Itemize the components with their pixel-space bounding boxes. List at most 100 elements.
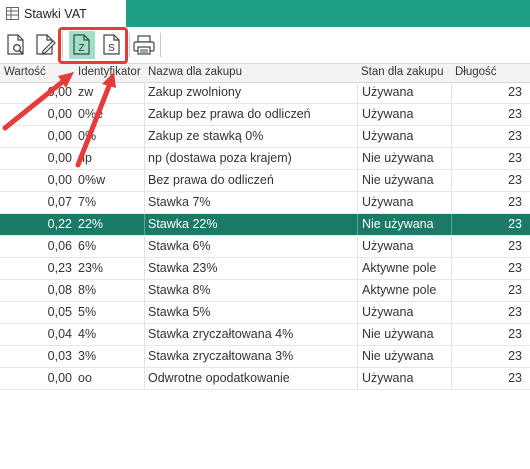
column-divider [144,214,145,235]
table-body: 0,00 zw Zakup zwolniony Używana 23 0,00 … [0,82,530,390]
cell-nazwa: np (dostawa poza krajem) [148,151,292,165]
cell-nazwa: Stawka 22% [148,217,218,231]
cell-nazwa: Stawka 6% [148,239,211,253]
cell-dlugosc: 23 [508,261,522,275]
cell-nazwa: Stawka 7% [148,195,211,209]
cell-wartosc: 0,08 [47,283,72,297]
cell-stan: Używana [362,305,414,319]
column-divider [144,368,145,389]
table-row[interactable]: 0,00 np np (dostawa poza krajem) Nie uży… [0,148,530,170]
cell-stan: Nie używana [362,217,434,231]
table-row[interactable]: 0,00 0%w Bez prawa do odliczeń Nie używa… [0,170,530,192]
column-header-wartosc[interactable]: Wartość [4,66,74,78]
edit-button[interactable] [32,31,58,59]
cell-identyfikator: 0% [78,129,97,143]
column-header-stan[interactable]: Stan dla zakupu [361,66,449,78]
preview-button[interactable] [3,31,29,59]
cell-wartosc: 0,05 [47,305,72,319]
cell-stan: Używana [362,129,414,143]
cell-stan: Nie używana [362,327,434,341]
cell-stan: Aktywne pole [362,261,437,275]
cell-nazwa: Stawka 23% [148,261,218,275]
column-divider [451,104,452,125]
cell-wartosc: 0,00 [47,371,72,385]
table-row[interactable]: 0,08 8% Stawka 8% Aktywne pole 23 [0,280,530,302]
column-divider [144,236,145,257]
cell-identyfikator: 6% [78,239,97,253]
column-divider [144,170,145,191]
column-divider [357,148,358,169]
cell-nazwa: Zakup ze stawką 0% [148,129,264,143]
cell-wartosc: 0,00 [47,129,72,143]
table-row-selected[interactable]: 0,22 22% Stawka 22% Nie używana 23 [0,214,530,236]
column-divider [144,104,145,125]
cell-stan: Używana [362,239,414,253]
column-header-dlugosc[interactable]: Długość [455,66,527,78]
toolbar-separator [129,33,130,57]
cell-identyfikator: oo [78,371,92,385]
cell-nazwa: Bez prawa do odliczeń [148,173,274,187]
column-divider [451,346,452,367]
column-divider [357,82,358,103]
cell-wartosc: 0,03 [47,349,72,363]
table-row[interactable]: 0,00 zw Zakup zwolniony Używana 23 [0,82,530,104]
table-row[interactable]: 0,06 6% Stawka 6% Używana 23 [0,236,530,258]
column-divider [144,192,145,213]
cell-dlugosc: 23 [508,195,522,209]
cell-dlugosc: 23 [508,371,522,385]
cell-identyfikator: zw [78,85,94,99]
cell-identyfikator: 4% [78,327,97,341]
cell-wartosc: 0,23 [47,261,72,275]
column-divider [144,258,145,279]
print-icon [133,35,155,55]
cell-identyfikator: 0%w [78,173,106,187]
toolbar-separator [160,33,161,57]
column-divider [451,82,452,103]
cell-identyfikator: 23% [78,261,104,275]
cell-dlugosc: 23 [508,349,522,363]
table-row[interactable]: 0,04 4% Stawka zryczałtowana 4% Nie używ… [0,324,530,346]
table-row[interactable]: 0,05 5% Stawka 5% Używana 23 [0,302,530,324]
cell-dlugosc: 23 [508,107,522,121]
table-row[interactable]: 0,00 0%e Zakup bez prawa do odliczeń Uży… [0,104,530,126]
table-row[interactable]: 0,07 7% Stawka 7% Używana 23 [0,192,530,214]
column-divider [144,126,145,147]
cell-dlugosc: 23 [508,217,522,231]
cell-nazwa: Odwrotne opodatkowanie [148,371,290,385]
column-divider [451,302,452,323]
column-divider [144,82,145,103]
cell-stan: Nie używana [362,151,434,165]
cell-dlugosc: 23 [508,239,522,253]
table-row[interactable]: 0,03 3% Stawka zryczałtowana 3% Nie używ… [0,346,530,368]
cell-dlugosc: 23 [508,151,522,165]
cell-wartosc: 0,22 [47,217,72,231]
print-button[interactable] [131,31,157,59]
table-row[interactable]: 0,00 oo Odwrotne opodatkowanie Używana 2… [0,368,530,390]
table-icon [6,7,19,20]
cell-wartosc: 0,04 [47,327,72,341]
column-header-identyfikator[interactable]: Identyfikator [78,66,144,78]
column-divider [357,192,358,213]
cell-stan: Używana [362,107,414,121]
tab-stawki-vat[interactable]: Stawki VAT [0,0,126,27]
cell-identyfikator: 8% [78,283,97,297]
cell-nazwa: Zakup bez prawa do odliczeń [148,107,311,121]
cell-identyfikator: 0%e [78,107,104,121]
cell-wartosc: 0,00 [47,151,72,165]
table-row[interactable]: 0,00 0% Zakup ze stawką 0% Używana 23 [0,126,530,148]
cell-wartosc: 0,06 [47,239,72,253]
cell-nazwa: Stawka zryczałtowana 4% [148,327,294,341]
cell-stan: Używana [362,371,414,385]
cell-dlugosc: 23 [508,305,522,319]
column-header-nazwa[interactable]: Nazwa dla zakupu [148,66,354,78]
cell-wartosc: 0,00 [47,173,72,187]
cell-dlugosc: 23 [508,173,522,187]
column-divider [451,148,452,169]
cell-stan: Aktywne pole [362,283,437,297]
cell-stan: Nie używana [362,173,434,187]
column-divider [144,324,145,345]
table-row[interactable]: 0,23 23% Stawka 23% Aktywne pole 23 [0,258,530,280]
cell-wartosc: 0,00 [47,85,72,99]
column-divider [144,302,145,323]
cell-nazwa: Zakup zwolniony [148,85,242,99]
